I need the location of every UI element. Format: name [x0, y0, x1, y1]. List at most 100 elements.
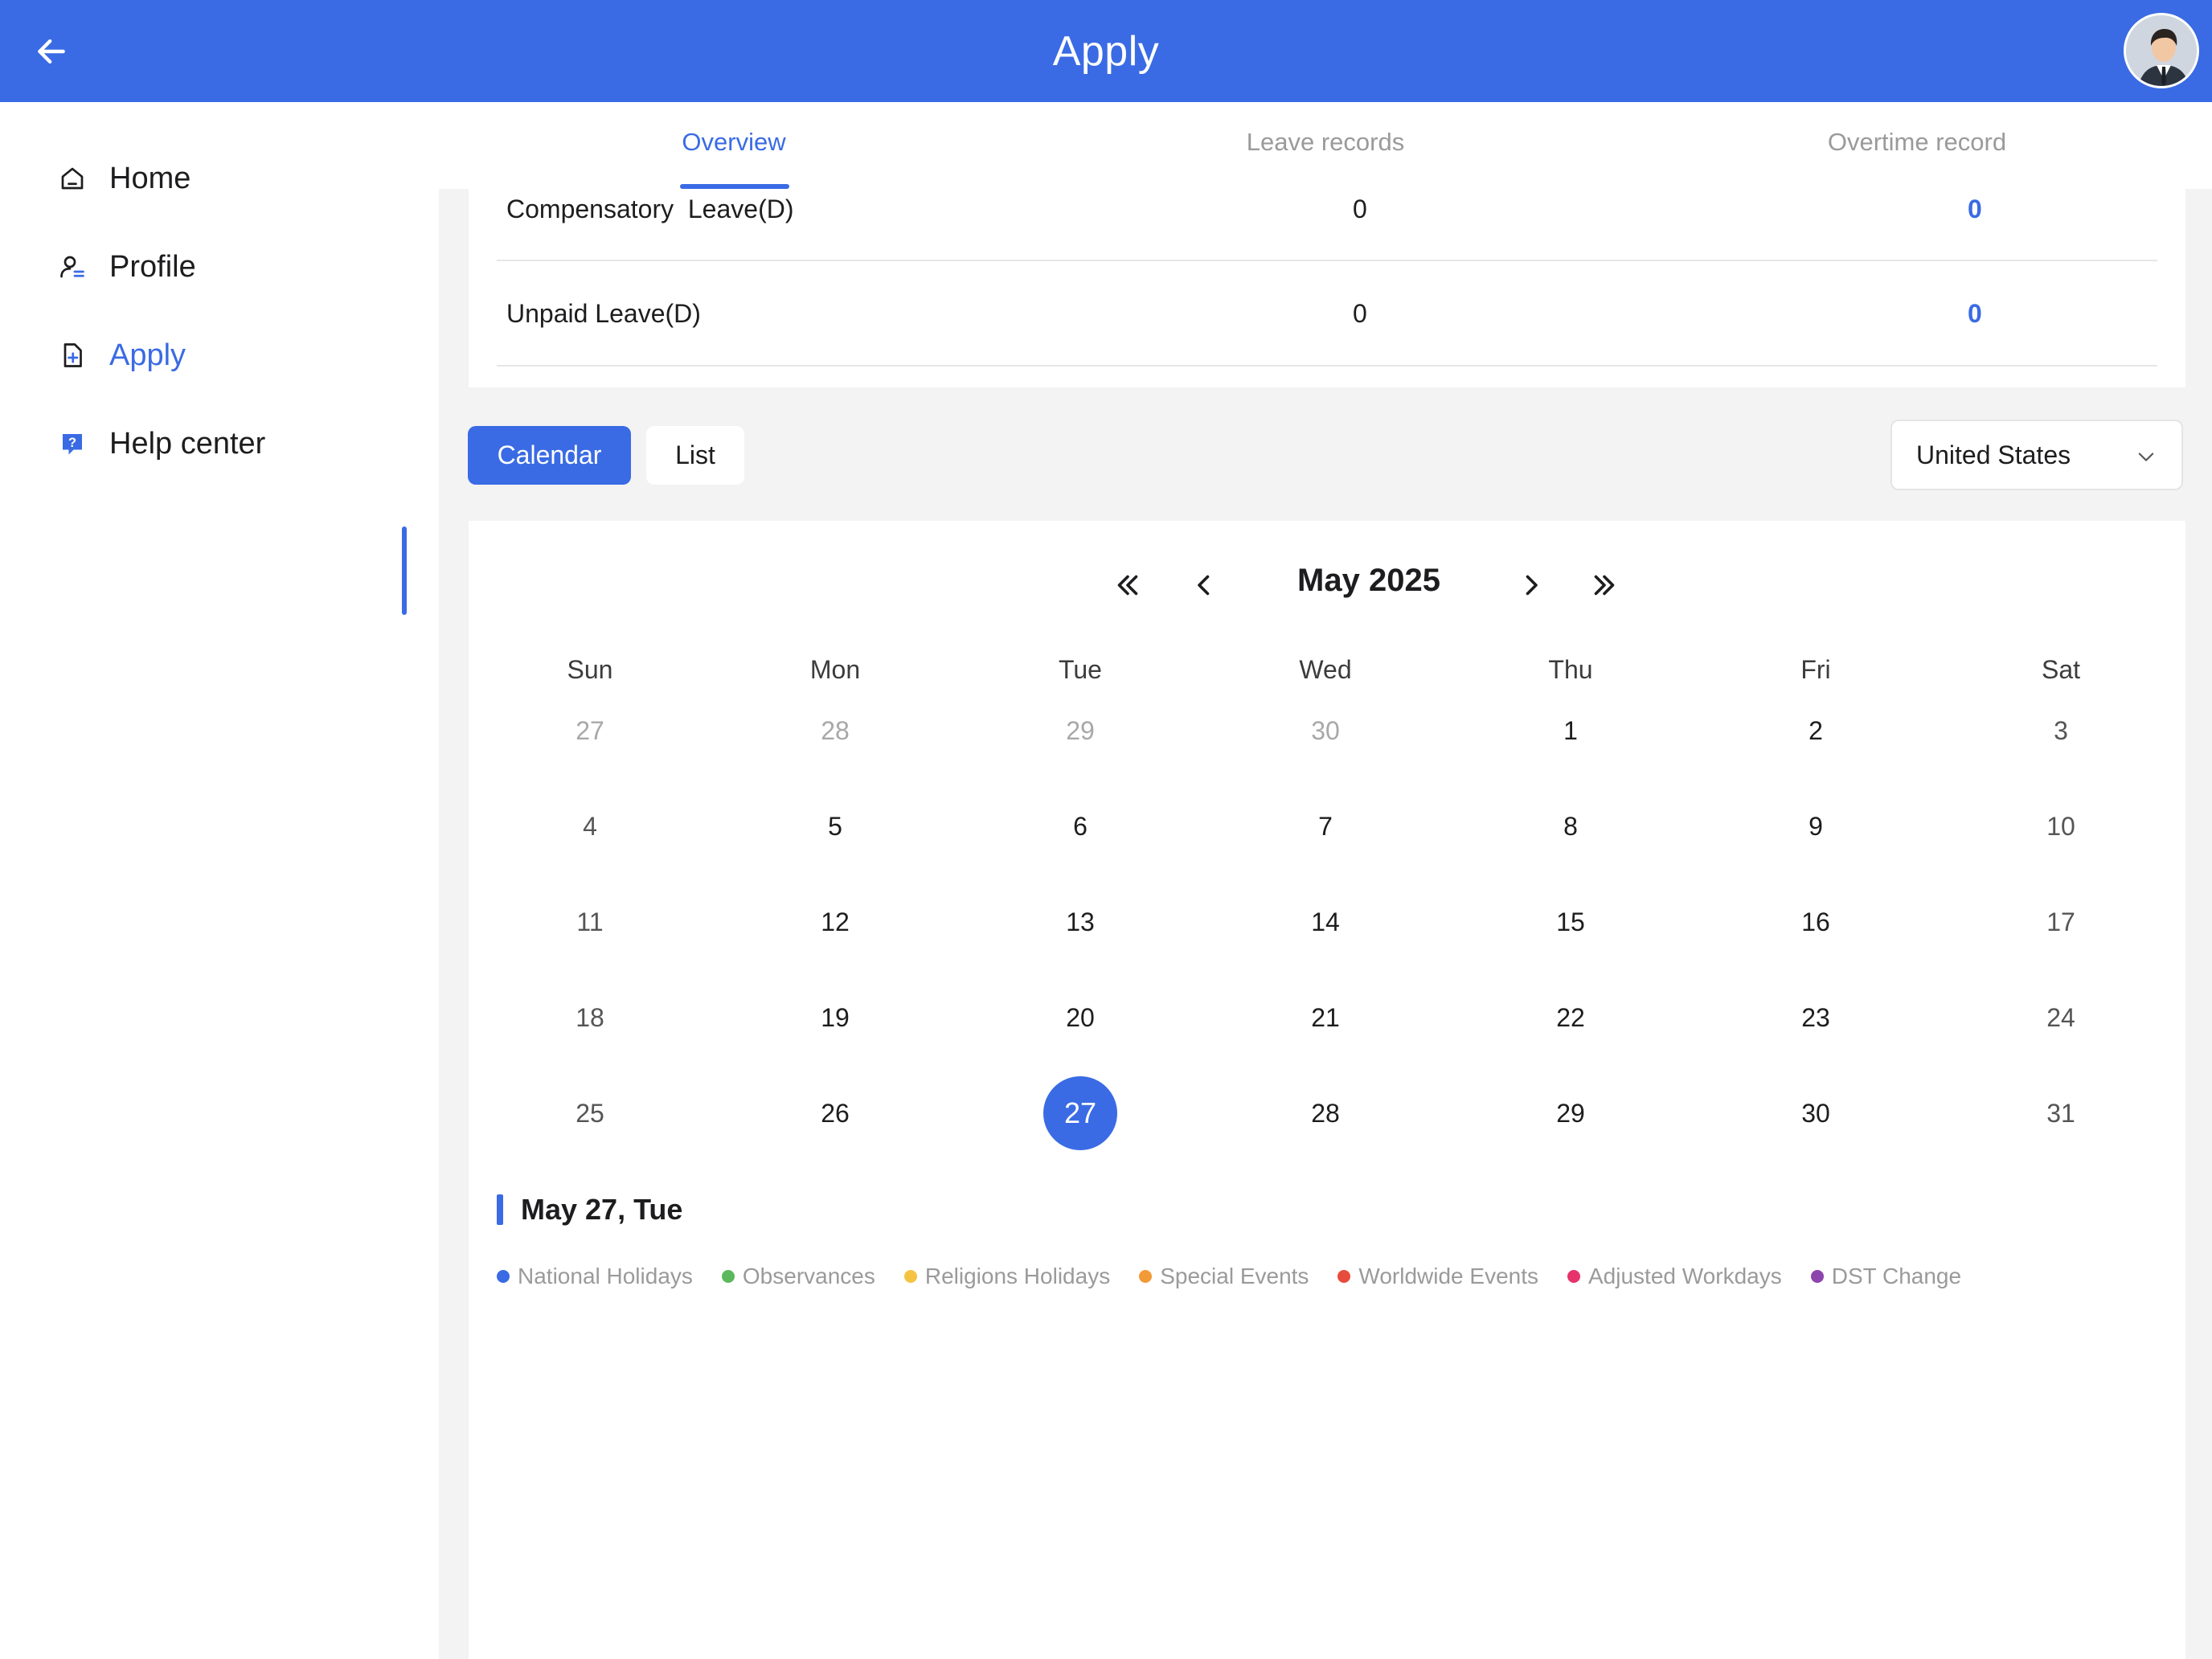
row-divider: [497, 260, 2157, 261]
apply-document-icon: [56, 339, 88, 371]
calendar-day[interactable]: 18: [553, 981, 627, 1055]
calendar-day[interactable]: 2: [1779, 694, 1853, 768]
calendar-day[interactable]: 14: [1288, 885, 1362, 959]
calendar-day[interactable]: 4: [553, 789, 627, 863]
calendar-day[interactable]: 30: [1288, 694, 1362, 768]
calendar-day[interactable]: 15: [1534, 885, 1608, 959]
home-icon: [56, 162, 88, 195]
calendar-day[interactable]: 25: [553, 1076, 627, 1150]
holiday-legend: National Holidays Observances Religions Ho…: [497, 1264, 1990, 1289]
stat-row-compensatory: Compensatory Leave(D) 0 0: [497, 189, 2157, 293]
tab-overview[interactable]: Overview: [682, 128, 785, 157]
legend-item: National Holidays: [497, 1264, 693, 1289]
stat-row-unpaid: Unpaid Leave(D) 0 0: [497, 299, 2157, 403]
calendar-day[interactable]: 10: [2024, 789, 2098, 863]
row-divider: [497, 365, 2157, 367]
stat-remaining-link[interactable]: 0: [1968, 299, 1982, 329]
calendar-day[interactable]: 11: [553, 885, 627, 959]
calendar-day[interactable]: 22: [1534, 981, 1608, 1055]
stat-value: 0: [1353, 299, 1367, 328]
sidebar-item-home[interactable]: Home: [56, 154, 190, 203]
weekday-header: Tue: [1059, 655, 1102, 684]
legend-dot: [721, 1270, 735, 1283]
calendar-day[interactable]: 9: [1779, 789, 1853, 863]
arrow-left-icon: [38, 39, 65, 64]
leave-stats-panel: Compensatory Leave(D) 0 0 Unpaid Leave(D…: [469, 189, 2185, 387]
legend-dot: [903, 1270, 917, 1283]
calendar-day-selected[interactable]: 27: [1043, 1076, 1117, 1150]
sidebar-item-label: Home: [109, 161, 191, 195]
calendar-day[interactable]: 13: [1043, 885, 1117, 959]
profile-icon: [56, 251, 88, 283]
tab-leave-records[interactable]: Leave records: [1247, 128, 1404, 157]
calendar-day[interactable]: 29: [1534, 1076, 1608, 1150]
sidebar-item-profile[interactable]: Profile: [56, 243, 196, 291]
calendar-day[interactable]: 30: [1779, 1076, 1853, 1150]
country-select[interactable]: United States: [1890, 420, 2183, 490]
calendar-day[interactable]: 26: [798, 1076, 872, 1150]
svg-text:?: ?: [68, 436, 76, 450]
selected-date-accent: [497, 1194, 503, 1225]
selected-date-label: May 27, Tue: [521, 1193, 683, 1226]
avatar[interactable]: [2124, 13, 2199, 88]
page-title: Apply: [1052, 27, 1160, 75]
calendar-day[interactable]: 20: [1043, 981, 1117, 1055]
weekday-header: Mon: [809, 655, 861, 684]
calendar-day[interactable]: 23: [1779, 981, 1853, 1055]
chevron-left-icon: [1198, 575, 1210, 596]
legend-dot: [1567, 1270, 1580, 1283]
help-icon: ?: [56, 428, 88, 460]
sidebar-item-apply[interactable]: Apply: [56, 331, 186, 379]
stat-label: Compensatory Leave(D): [506, 195, 794, 223]
calendar-day[interactable]: 27: [553, 694, 627, 768]
calendar-day[interactable]: 1: [1534, 694, 1608, 768]
calendar-day[interactable]: 7: [1288, 789, 1362, 863]
next-month-button[interactable]: [1507, 561, 1555, 609]
stat-value: 0: [1353, 195, 1367, 223]
chevron-down-icon: [2138, 453, 2154, 461]
sidebar-item-label: Help center: [109, 426, 266, 461]
back-button[interactable]: [29, 29, 74, 74]
calendar-day[interactable]: 12: [798, 885, 872, 959]
weekday-header: Wed: [1299, 655, 1352, 684]
stat-remaining-link[interactable]: 0: [1968, 195, 1982, 224]
calendar-day[interactable]: 19: [798, 981, 872, 1055]
legend-dot: [1139, 1270, 1153, 1283]
calendar-day[interactable]: 28: [798, 694, 872, 768]
legend-item: Religions Holidays: [903, 1264, 1110, 1289]
calendar-day[interactable]: 28: [1288, 1076, 1362, 1150]
calendar-day[interactable]: 21: [1288, 981, 1362, 1055]
country-select-value: United States: [1916, 440, 2071, 469]
legend-item: Adjusted Workdays: [1567, 1264, 1782, 1289]
sidebar: Home Profile Apply ? Help center: [0, 162, 439, 1659]
weekday-header: Thu: [1548, 655, 1593, 684]
weekday-header: Sun: [567, 655, 613, 684]
stat-label: Unpaid Leave(D): [506, 299, 701, 328]
calendar-day[interactable]: 3: [2024, 694, 2098, 768]
weekday-header: Fri: [1800, 655, 1831, 684]
legend-label: National Holidays: [518, 1264, 693, 1288]
calendar-day[interactable]: 17: [2024, 885, 2098, 959]
list-view-button[interactable]: List: [646, 426, 744, 485]
legend-label: Worldwide Events: [1358, 1264, 1538, 1288]
calendar-day[interactable]: 8: [1534, 789, 1608, 863]
tab-bar: Overview Leave records Overtime record: [0, 102, 2212, 189]
sidebar-item-help-center[interactable]: ? Help center: [56, 420, 265, 468]
tab-overtime-record[interactable]: Overtime record: [1828, 128, 2006, 157]
previous-year-button[interactable]: [1104, 561, 1152, 609]
legend-item: Worldwide Events: [1337, 1264, 1538, 1289]
calendar-day[interactable]: 31: [2024, 1076, 2098, 1150]
calendar-day[interactable]: 29: [1043, 694, 1117, 768]
previous-month-button[interactable]: [1180, 561, 1228, 609]
next-year-button[interactable]: [1580, 561, 1628, 609]
calendar-view-button[interactable]: Calendar: [468, 426, 631, 485]
calendar-day[interactable]: 5: [798, 789, 872, 863]
calendar-day[interactable]: 24: [2024, 981, 2098, 1055]
legend-dot: [497, 1270, 510, 1283]
sidebar-item-label: Profile: [109, 249, 196, 284]
chevron-right-icon: [1526, 575, 1538, 596]
calendar-day[interactable]: 6: [1043, 789, 1117, 863]
calendar-month-title: May 2025: [1297, 563, 1440, 598]
calendar-day[interactable]: 16: [1779, 885, 1853, 959]
legend-item: Special Events: [1139, 1264, 1309, 1289]
